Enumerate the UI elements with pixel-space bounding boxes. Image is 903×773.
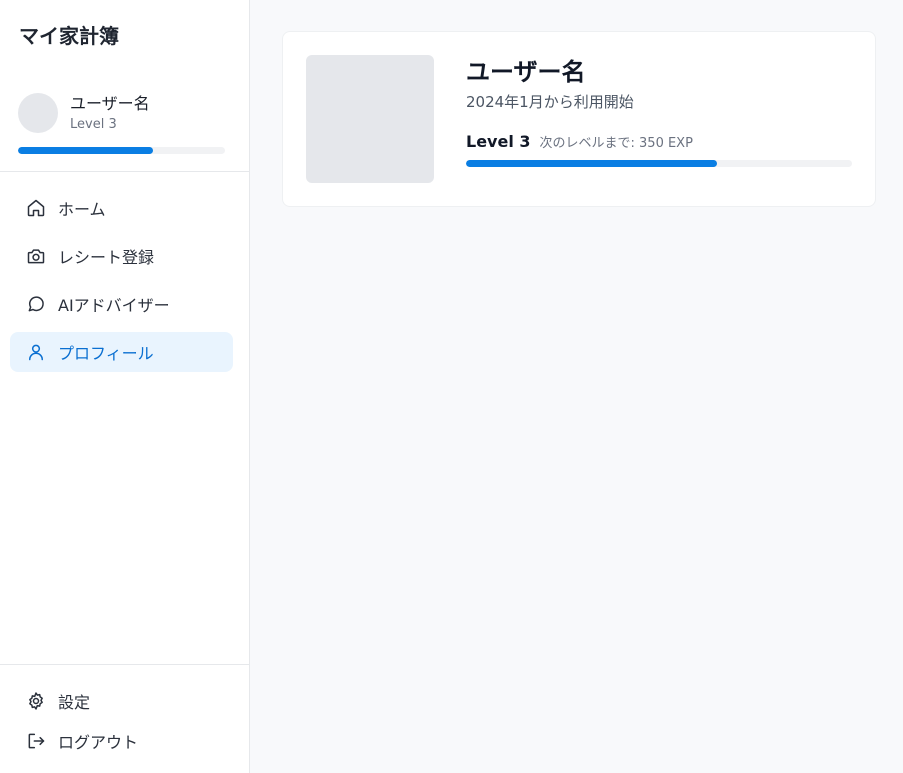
profile-member-since: 2024年1月から利用開始 <box>466 93 634 111</box>
main-content: ユーザー名 2024年1月から利用開始 Level 3 次のレベルまで: 350… <box>250 0 903 773</box>
user-row: ユーザー名 Level 3 <box>18 93 225 133</box>
sidebar-user-name: ユーザー名 <box>70 93 150 113</box>
sidebar-item-settings[interactable]: 設定 <box>10 685 233 717</box>
sidebar-item-label: ログアウト <box>58 733 139 752</box>
camera-icon <box>25 245 47 267</box>
sidebar-item-receipt[interactable]: レシート登録 <box>10 236 233 276</box>
profile-info: ユーザー名 2024年1月から利用開始 Level 3 次のレベルまで: 350… <box>466 55 852 206</box>
sidebar-item-logout[interactable]: ログアウト <box>10 725 233 757</box>
avatar <box>18 93 58 133</box>
sidebar-item-label: AIアドバイザー <box>58 296 170 315</box>
sidebar-item-ai-advisor[interactable]: AIアドバイザー <box>10 284 233 324</box>
sidebar-item-label: ホーム <box>58 200 106 219</box>
sidebar-level-progress-fill <box>18 147 153 154</box>
profile-level: Level 3 <box>466 132 531 151</box>
sidebar-item-label: レシート登録 <box>58 248 155 267</box>
app-root: マイ家計簿 ユーザー名 Level 3 ホーム レシート登録 AIアドバイザー … <box>0 0 903 773</box>
home-icon <box>25 197 47 219</box>
level-row: Level 3 次のレベルまで: 350 EXP <box>466 132 852 151</box>
next-level-exp: 次のレベルまで: 350 EXP <box>539 136 693 151</box>
logout-icon <box>25 730 47 752</box>
profile-level-progress-fill <box>466 160 717 167</box>
sidebar-user-level: Level 3 <box>70 116 117 132</box>
sidebar-item-profile[interactable]: プロフィール <box>10 332 233 372</box>
sidebar-item-home[interactable]: ホーム <box>10 188 233 228</box>
profile-level-progress <box>466 160 852 167</box>
gear-icon <box>25 690 47 712</box>
sidebar-footer: 設定 ログアウト <box>0 664 249 773</box>
app-title: マイ家計簿 <box>19 24 119 48</box>
profile-name: ユーザー名 <box>466 58 586 86</box>
sidebar-level-progress <box>18 147 225 154</box>
user-meta: ユーザー名 Level 3 <box>70 94 150 133</box>
sidebar-nav: ホーム レシート登録 AIアドバイザー プロフィール <box>0 172 249 380</box>
user-icon <box>25 341 47 363</box>
chat-bubble-icon <box>25 293 47 315</box>
sidebar-item-label: プロフィール <box>58 344 154 363</box>
profile-photo <box>306 55 434 183</box>
sidebar: マイ家計簿 ユーザー名 Level 3 ホーム レシート登録 AIアドバイザー … <box>0 0 250 773</box>
sidebar-user-summary: ユーザー名 Level 3 <box>0 62 249 172</box>
profile-card: ユーザー名 2024年1月から利用開始 Level 3 次のレベルまで: 350… <box>282 31 876 207</box>
sidebar-item-label: 設定 <box>58 693 91 712</box>
